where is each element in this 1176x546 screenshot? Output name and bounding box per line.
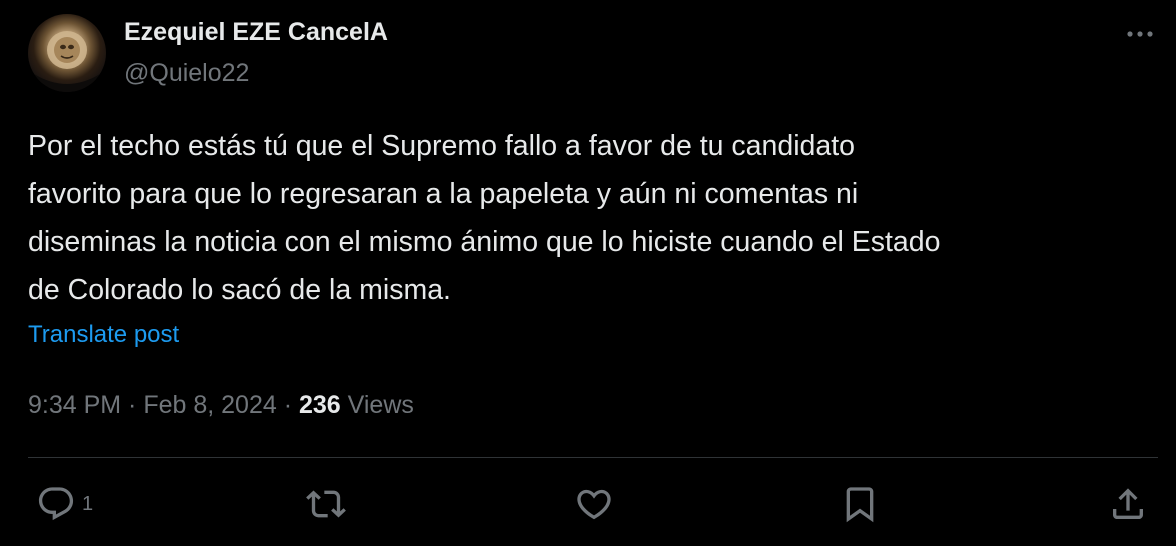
meta-separator: · — [276, 391, 299, 419]
post-date[interactable]: Feb 8, 2024 — [143, 391, 276, 419]
repost-button[interactable] — [305, 484, 347, 524]
post-time[interactable]: 9:34 PM — [28, 391, 121, 419]
post-metadata: 9:34 PM · Feb 8, 2024 · 236 Views — [28, 386, 414, 424]
reply-count: 1 — [82, 493, 94, 515]
like-button[interactable] — [574, 484, 614, 524]
avatar[interactable] — [28, 14, 106, 92]
repost-icon — [306, 490, 346, 518]
meta-separator: · — [121, 391, 144, 419]
like-icon — [577, 489, 611, 520]
more-horizontal-icon — [1127, 31, 1153, 37]
bookmark-button[interactable] — [840, 484, 880, 524]
share-icon — [1113, 488, 1143, 519]
author-handle[interactable]: @Quielo22 — [124, 57, 249, 89]
avatar-image — [28, 31, 106, 92]
views-count: 236 — [298, 391, 341, 419]
bookmark-icon — [846, 487, 874, 523]
post-card: Ezequiel EZE CancelA @Quielo22 Por el te… — [0, 0, 1176, 546]
more-options-button[interactable] — [1122, 20, 1158, 48]
author-display-name[interactable]: Ezequiel EZE CancelA — [124, 16, 388, 48]
views-label: Views — [340, 391, 414, 419]
reply-button[interactable]: 1 — [36, 484, 93, 524]
post-text: Por el techo estás tú que el Supremo fal… — [28, 130, 941, 306]
divider — [28, 457, 1158, 458]
action-bar: 1 — [0, 478, 1176, 530]
translate-post-link[interactable]: Translate post — [28, 318, 179, 352]
reply-icon — [38, 487, 74, 521]
share-button[interactable] — [1108, 484, 1148, 524]
